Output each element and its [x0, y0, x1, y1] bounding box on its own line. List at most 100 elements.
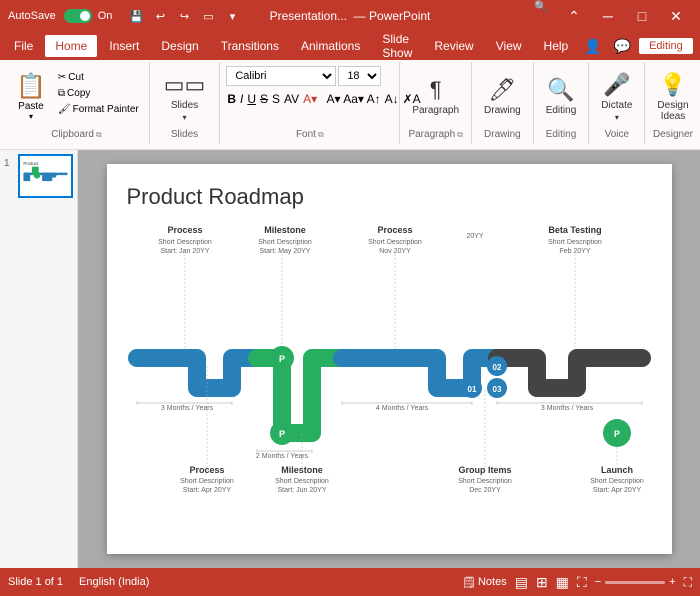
menu-slideshow[interactable]: Slide Show	[372, 28, 422, 64]
paragraph-group: ¶ Paragraph Paragraph ⧉	[400, 62, 472, 144]
maximize-btn[interactable]: □	[626, 0, 658, 32]
clipboard-expand[interactable]: ⧉	[96, 130, 102, 140]
font-group: Calibri 18 B I U S S AV A▾ A▾ Aa▾	[220, 62, 400, 144]
font-color-picker[interactable]: A▾	[302, 89, 318, 109]
autosave-label: AutoSave	[8, 10, 56, 22]
font-color-bg[interactable]: A▾	[326, 89, 342, 109]
slide-title: Product Roadmap	[127, 184, 652, 210]
slide-thumb-container: 1 Product	[4, 154, 73, 198]
menu-home[interactable]: Home	[45, 35, 97, 57]
svg-text:Short Description: Short Description	[458, 478, 512, 485]
ribbon-collapse-btn[interactable]: ⌃	[558, 0, 590, 32]
window-controls: 🔍 ⌃ ─ □ ✕	[534, 0, 692, 32]
menu-file[interactable]: File	[4, 35, 43, 57]
svg-text:Short Description: Short Description	[180, 478, 234, 485]
svg-text:P: P	[613, 429, 619, 439]
cut-button[interactable]: ✂ Cut	[54, 70, 143, 85]
shadow-button[interactable]: S	[271, 89, 281, 109]
svg-text:02: 02	[492, 363, 501, 372]
svg-text:Short Description: Short Description	[548, 239, 602, 246]
paragraph-expand[interactable]: ⧉	[457, 130, 463, 140]
paragraph-button[interactable]: ¶ Paragraph	[406, 73, 465, 120]
editing-button[interactable]: 🔍 Editing	[540, 73, 583, 120]
design-ideas-button[interactable]: 💡 DesignIdeas	[651, 68, 694, 126]
main-area: 1 Product Product Roadmap	[0, 150, 700, 568]
font-size-select[interactable]: 18	[338, 66, 381, 86]
menu-animations[interactable]: Animations	[291, 35, 370, 57]
paste-button[interactable]: 📋 Paste ▾	[10, 70, 52, 123]
zoom-out-btn[interactable]: −	[595, 576, 601, 588]
font-expand[interactable]: ⧉	[318, 130, 324, 140]
editing-icon: 🔍	[547, 77, 574, 103]
menu-review[interactable]: Review	[424, 35, 483, 57]
font-name-select[interactable]: Calibri	[226, 66, 336, 86]
svg-text:01: 01	[467, 385, 476, 394]
strikethrough-button[interactable]: S	[259, 89, 269, 109]
change-case-btn[interactable]: Aa▾	[344, 89, 364, 109]
dictate-dropdown[interactable]: ▾	[615, 113, 619, 122]
menu-view[interactable]: View	[486, 35, 532, 57]
zoom-slider[interactable]	[605, 581, 665, 584]
slides-dropdown[interactable]: ▾	[183, 113, 187, 122]
underline-button[interactable]: U	[246, 89, 257, 109]
char-spacing-button[interactable]: AV	[283, 89, 300, 109]
slides-group: ▭▭ Slides ▾ Slides	[150, 62, 221, 144]
minimize-btn[interactable]: ─	[592, 0, 624, 32]
menu-design[interactable]: Design	[151, 35, 208, 57]
autosave-toggle[interactable]	[64, 9, 92, 23]
search-box[interactable]: 🔍	[534, 0, 548, 32]
new-slide-icon[interactable]: ▭	[199, 7, 217, 25]
svg-text:Process: Process	[167, 225, 202, 235]
decrease-font-btn[interactable]: A↓	[384, 89, 400, 109]
svg-text:20YY: 20YY	[466, 233, 483, 240]
comments-icon[interactable]: 💬	[610, 36, 635, 57]
zoom-in-btn[interactable]: +	[669, 576, 675, 588]
share-icon[interactable]: 👤	[580, 36, 605, 57]
redo-icon[interactable]: ↪	[175, 7, 193, 25]
notes-button[interactable]: 🗒 Notes	[462, 576, 507, 589]
italic-button[interactable]: I	[239, 89, 244, 109]
view-reading-btn[interactable]: ▦	[556, 574, 569, 591]
drawing-button[interactable]: 🖊 Drawing	[478, 73, 527, 120]
paragraph-icon: ¶	[430, 77, 442, 103]
svg-text:Short Description: Short Description	[275, 478, 329, 485]
language: English (India)	[79, 576, 149, 588]
drawing-label: Drawing	[484, 129, 521, 140]
close-btn[interactable]: ✕	[660, 0, 692, 32]
dictate-button[interactable]: 🎤 Dictate ▾	[595, 68, 638, 126]
menu-insert[interactable]: Insert	[99, 35, 149, 57]
copy-button[interactable]: ⧉ Copy	[54, 86, 143, 101]
slide-thumbnail[interactable]: Product	[18, 154, 73, 198]
menu-bar: File Home Insert Design Transitions Anim…	[0, 32, 700, 60]
slides-label: Slides	[171, 129, 198, 140]
fit-slide-btn[interactable]: ⛶	[684, 575, 692, 590]
paste-dropdown[interactable]: ▾	[29, 112, 33, 121]
svg-text:P: P	[278, 354, 284, 364]
cut-icon: ✂	[58, 72, 66, 83]
format-painter-button[interactable]: 🖌 Format Painter	[54, 102, 143, 117]
increase-font-btn[interactable]: A↑	[366, 89, 382, 109]
svg-text:Product: Product	[23, 161, 38, 166]
clipboard-group: 📋 Paste ▾ ✂ Cut ⧉ Copy	[4, 62, 150, 144]
editing-group: 🔍 Editing Editing	[534, 62, 590, 144]
dictate-icon: 🎤	[603, 72, 630, 98]
menu-transitions[interactable]: Transitions	[211, 35, 289, 57]
mode-label[interactable]: Editing	[639, 38, 693, 54]
menu-help[interactable]: Help	[534, 35, 579, 57]
roadmap-diagram: Process Short Description Start: Jan 20Y…	[127, 218, 652, 528]
bold-button[interactable]: B	[226, 89, 237, 109]
view-sorter-btn[interactable]: ⊞	[536, 574, 548, 591]
save-icon[interactable]: 💾	[127, 7, 145, 25]
status-right: 🗒 Notes ▤ ⊞ ▦ ⛶ − + ⛶	[462, 574, 692, 591]
customize-icon[interactable]: ▾	[223, 7, 241, 25]
new-slide-button[interactable]: ▭▭ Slides ▾	[158, 68, 212, 126]
undo-icon[interactable]: ↩	[151, 7, 169, 25]
voice-label: Voice	[605, 129, 629, 140]
paste-icon: 📋	[16, 72, 46, 101]
ribbon: 📋 Paste ▾ ✂ Cut ⧉ Copy	[0, 60, 700, 150]
slide-canvas[interactable]: Product Roadmap Process Short Descriptio…	[107, 164, 672, 554]
svg-text:3 Months / Years: 3 Months / Years	[160, 405, 213, 412]
view-normal-btn[interactable]: ▤	[515, 574, 528, 591]
notes-icon: 🗒	[462, 576, 476, 589]
view-slideshow-btn[interactable]: ⛶	[577, 574, 587, 591]
